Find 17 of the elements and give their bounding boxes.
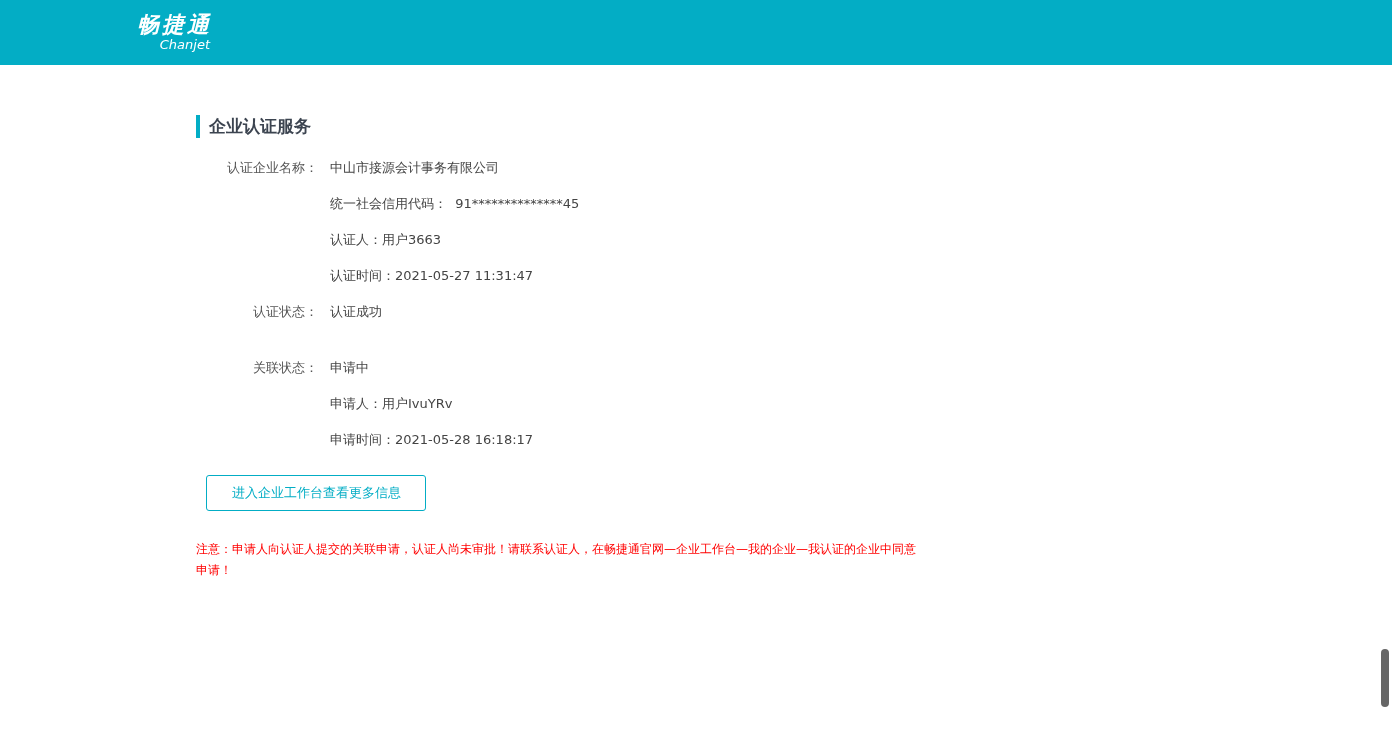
field-value: 统一社会信用代码： 91**************45 (330, 195, 580, 213)
field-value: 认证时间：2021-05-27 11:31:47 (330, 267, 534, 285)
field-value: 中山市接源会计事务有限公司 (330, 159, 499, 177)
logo-subtext: Chanjet (159, 37, 210, 52)
field-value: 申请时间：2021-05-28 16:18:17 (330, 431, 534, 449)
field-value: 认证人：用户3663 (330, 231, 442, 249)
field-label: 认证企业名称： (227, 160, 318, 175)
scrollbar-handle[interactable] (1381, 649, 1389, 707)
field-value: 申请人：用户IvuYRv (330, 395, 453, 413)
logo-text: 畅捷通 (137, 13, 212, 37)
workbench-button[interactable]: 进入企业工作台查看更多信息 (206, 475, 426, 511)
field-value: 认证成功 (330, 303, 382, 321)
section-title: 企业认证服务 (196, 115, 1392, 138)
notice-text: 注意：申请人向认证人提交的关联申请，认证人尚未审批！请联系认证人，在畅捷通官网—企业工作台—我的企业—我认证的企业中同意申请！ (196, 541, 917, 579)
field-value: 申请中 (330, 359, 369, 377)
field-label: 认证状态： (253, 304, 318, 319)
field-label: 关联状态： (253, 360, 318, 375)
